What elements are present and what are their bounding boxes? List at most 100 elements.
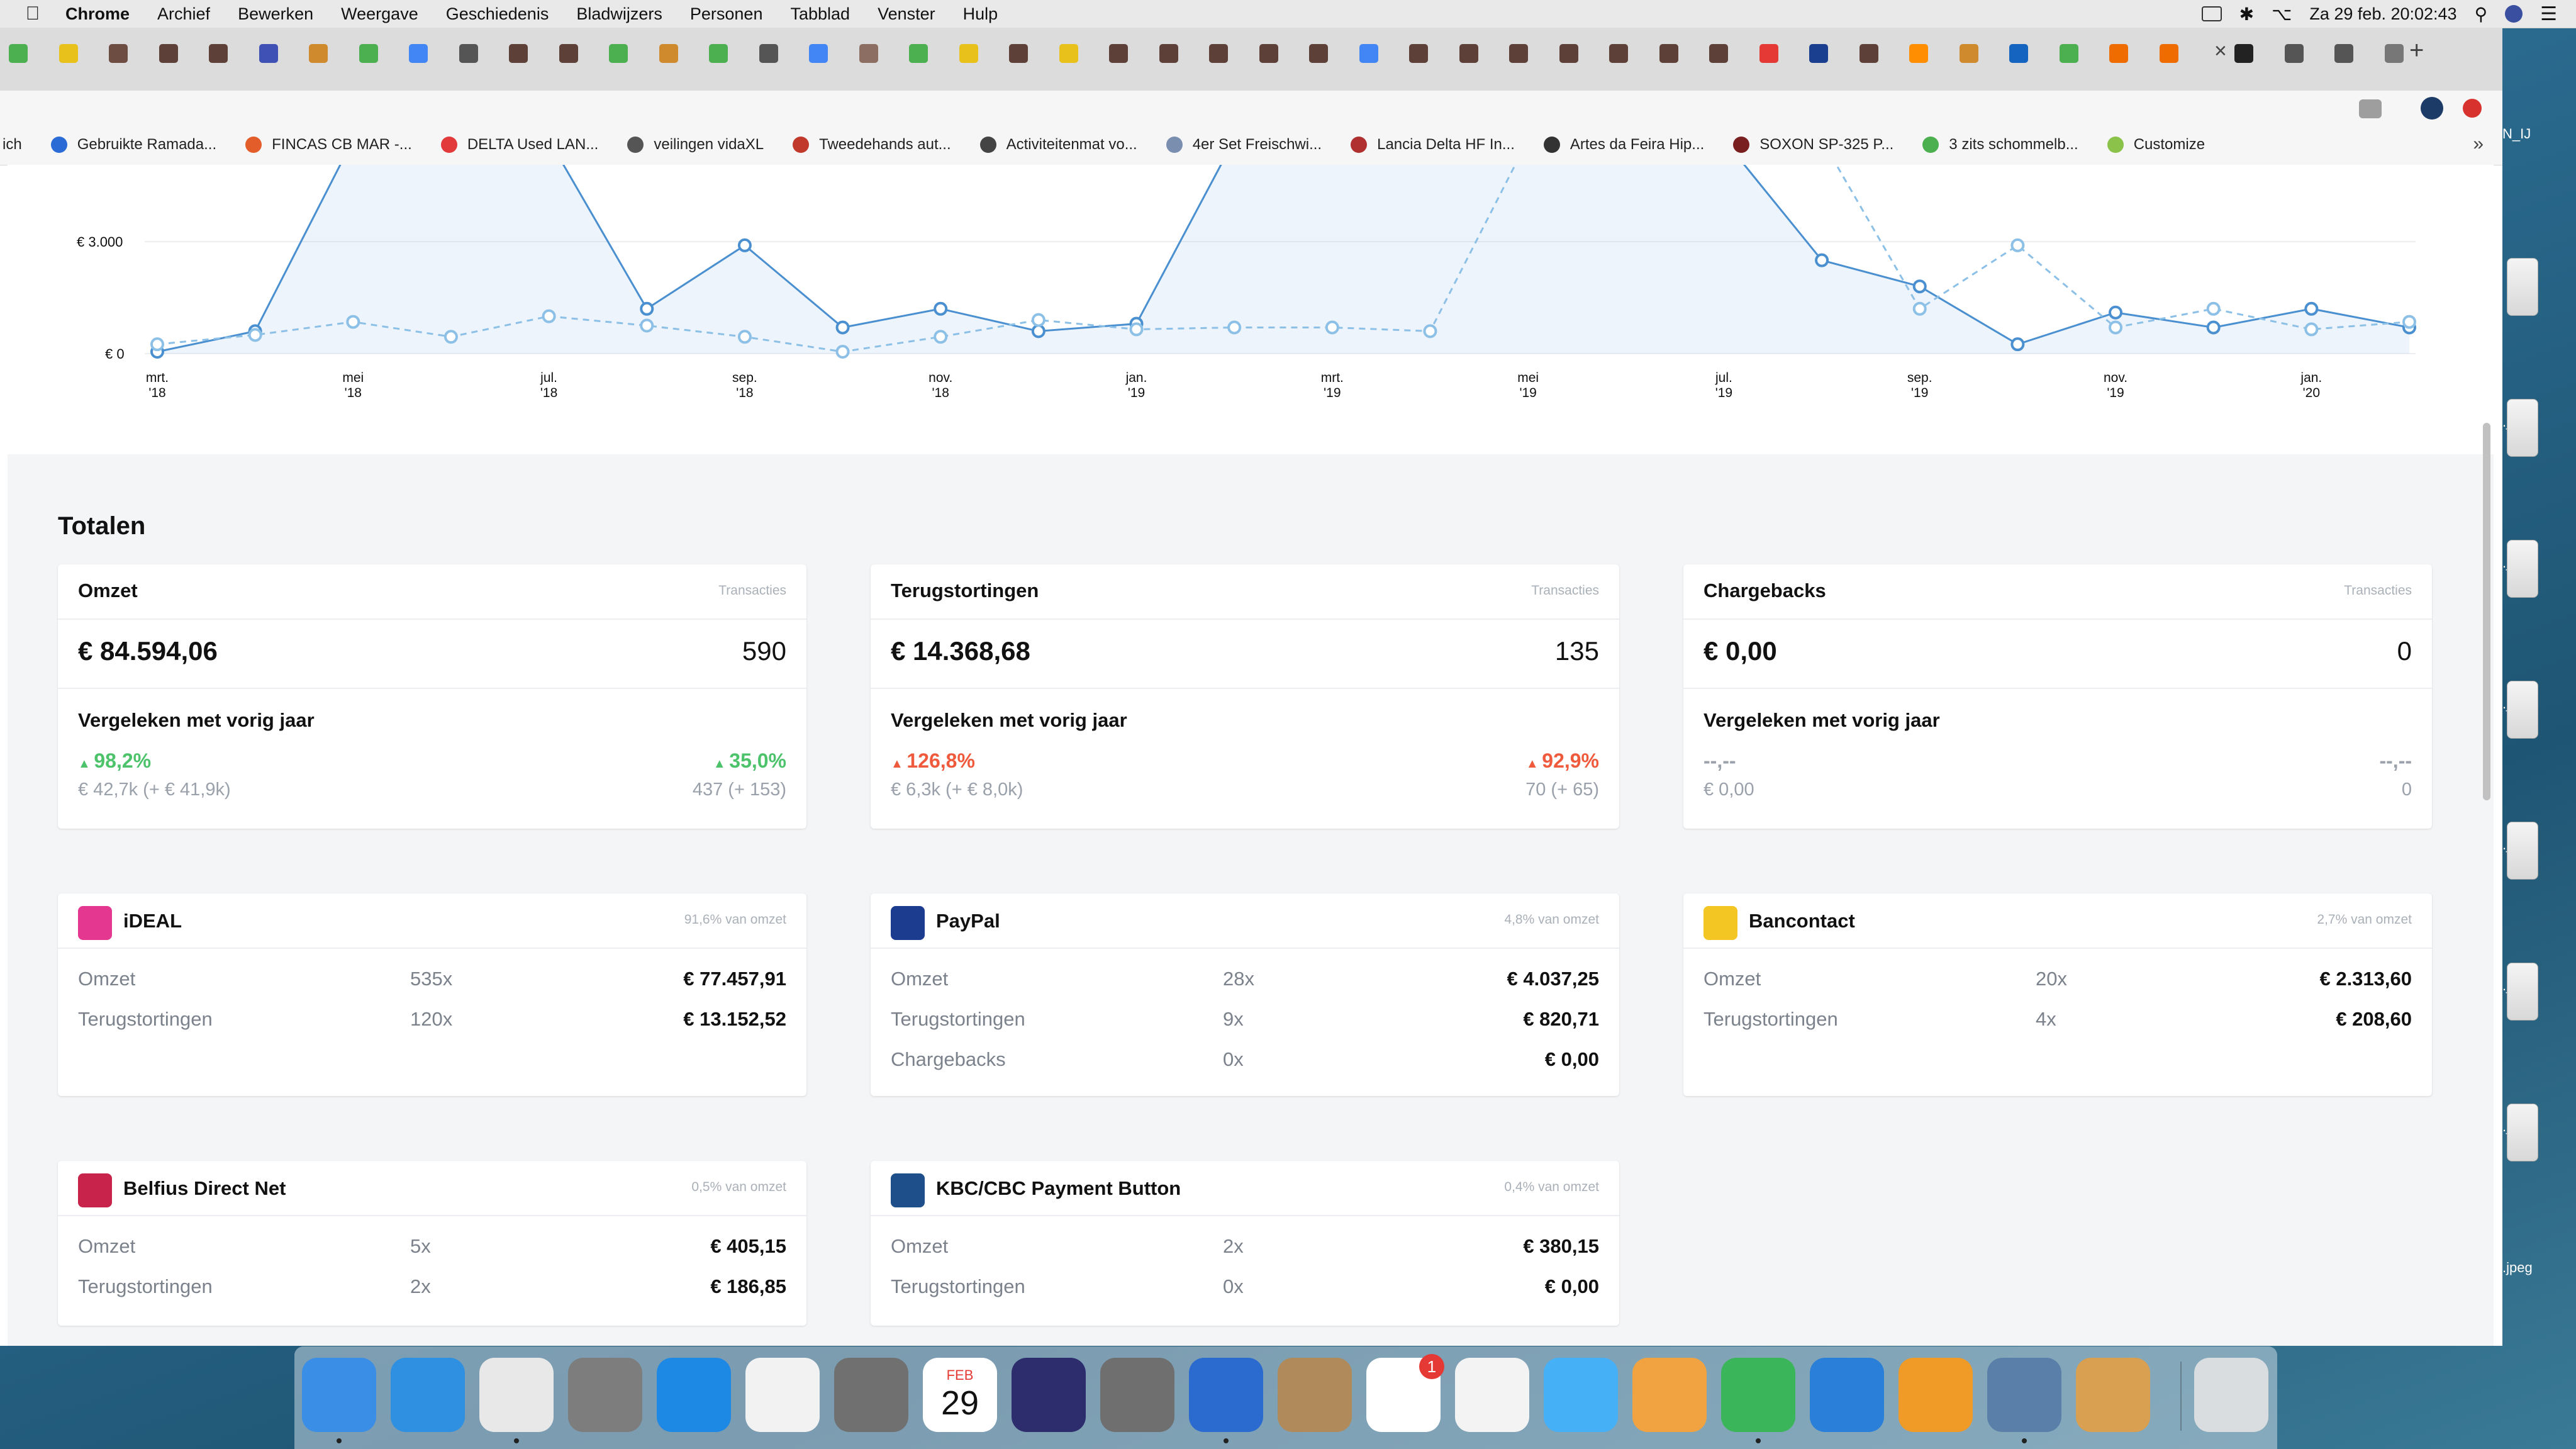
safari-icon[interactable]	[391, 1358, 465, 1432]
chart-point[interactable]	[2206, 320, 2221, 335]
calendar-icon[interactable]: FEB 29	[923, 1358, 997, 1432]
chart-point[interactable]	[1227, 320, 1242, 335]
reminders-icon[interactable]: 1	[1366, 1354, 1444, 1432]
contacts-icon[interactable]	[1278, 1358, 1352, 1432]
chart-point[interactable]	[640, 301, 654, 316]
menu-venster[interactable]: Venster	[878, 4, 935, 24]
apple-icon[interactable]: 	[14, 3, 52, 25]
browser-tab[interactable]	[1853, 38, 1885, 69]
bookmark-item[interactable]: 4er Set Freischwi...	[1166, 136, 1322, 154]
vertical-scrollbar[interactable]	[2480, 423, 2494, 832]
desktop-file-icon[interactable]	[2507, 822, 2538, 880]
menu-bladwijzers[interactable]: Bladwijzers	[576, 4, 662, 24]
chart-point[interactable]	[737, 330, 752, 344]
chart-point[interactable]	[2304, 301, 2319, 316]
payment-method-card[interactable]: Belfius Direct Net 0,5% van omzet Omzet …	[58, 1161, 806, 1326]
browser-tab[interactable]	[1303, 38, 1334, 69]
browser-tab[interactable]	[53, 38, 84, 69]
chart-point[interactable]	[1031, 324, 1045, 338]
chart-point[interactable]	[346, 315, 360, 329]
menu-personen[interactable]: Personen	[690, 4, 763, 24]
brush-app-icon[interactable]	[2076, 1358, 2150, 1432]
chart-point[interactable]	[2109, 305, 2123, 320]
close-tab-icon[interactable]: ×	[2214, 39, 2227, 64]
extension-icon[interactable]	[2359, 99, 2382, 118]
payment-method-card[interactable]: Bancontact 2,7% van omzet Omzet 20x € 2.…	[1683, 893, 2432, 1096]
browser-tab[interactable]	[1703, 38, 1734, 69]
browser-tab[interactable]	[703, 38, 734, 69]
browser-tab[interactable]	[603, 38, 634, 69]
launchpad-icon[interactable]	[1100, 1358, 1174, 1432]
browser-tab[interactable]	[1903, 38, 1934, 69]
profile-avatar[interactable]	[2421, 97, 2443, 120]
browser-tab[interactable]	[2378, 38, 2410, 69]
bookmark-item[interactable]: veilingen vidaXL	[627, 136, 764, 154]
bookmark-item[interactable]: Tweedehands aut...	[793, 136, 951, 154]
chart-point[interactable]	[737, 238, 752, 252]
desktop-file-icon[interactable]	[2507, 399, 2538, 457]
menu-archief[interactable]: Archief	[157, 4, 210, 24]
payment-method-card[interactable]: PayPal 4,8% van omzet Omzet 28x € 4.037,…	[871, 893, 1619, 1096]
menubar-clock[interactable]: Za 29 feb. 20:02:43	[2309, 4, 2456, 24]
browser-tab[interactable]	[803, 38, 834, 69]
browser-tab[interactable]	[1153, 38, 1185, 69]
finder-icon[interactable]	[302, 1358, 376, 1432]
siri-icon[interactable]	[1012, 1358, 1086, 1432]
airplay-icon[interactable]	[2201, 6, 2222, 21]
menu-bewerken[interactable]: Bewerken	[238, 4, 313, 24]
menu-app-name[interactable]: Chrome	[65, 4, 130, 24]
browser-tab[interactable]	[1053, 38, 1084, 69]
bookmark-item[interactable]: DELTA Used LAN...	[440, 136, 598, 154]
bookmark-item[interactable]: FINCAS CB MAR -...	[245, 136, 412, 154]
preview-icon[interactable]	[1189, 1358, 1263, 1432]
desktop-file-icon[interactable]	[2507, 540, 2538, 598]
browser-tab[interactable]	[303, 38, 334, 69]
pages-icon[interactable]	[1632, 1358, 1707, 1432]
chart-point[interactable]	[2010, 238, 2025, 252]
desktop-file-icon[interactable]	[2507, 258, 2538, 316]
chart-point[interactable]	[1423, 324, 1437, 338]
browser-tab[interactable]	[2278, 38, 2310, 69]
browser-tab[interactable]	[253, 38, 284, 69]
browser-tab[interactable]	[3, 38, 34, 69]
desktop-file-icon[interactable]	[2507, 1104, 2538, 1161]
bookmark-item[interactable]: Gebruikte Ramada...	[50, 136, 216, 154]
siri-icon[interactable]	[2505, 5, 2523, 23]
bookmarks-overflow-button[interactable]: »	[2473, 133, 2484, 155]
chrome-icon[interactable]	[479, 1358, 554, 1432]
chart-point[interactable]	[1912, 301, 1927, 316]
browser-tab[interactable]	[2328, 38, 2360, 69]
numbers-icon[interactable]	[1721, 1358, 1795, 1432]
chart-point[interactable]	[835, 320, 850, 335]
browser-tab[interactable]	[503, 38, 534, 69]
chart-point[interactable]	[443, 330, 458, 344]
keynote-icon[interactable]	[1810, 1358, 1884, 1432]
bookmark-item[interactable]: Customize	[2107, 136, 2205, 154]
photos-icon[interactable]	[1455, 1358, 1529, 1432]
browser-tab[interactable]	[2228, 38, 2260, 69]
browser-tab[interactable]	[1603, 38, 1634, 69]
chart-point[interactable]	[640, 318, 654, 333]
notification-center-icon[interactable]: ☰	[2540, 3, 2557, 25]
image-capture-icon[interactable]	[1987, 1358, 2061, 1432]
wifi-icon[interactable]: ⌥	[2272, 4, 2292, 25]
browser-tab[interactable]	[1203, 38, 1234, 69]
chart-point[interactable]	[934, 301, 948, 316]
menu-geschiedenis[interactable]: Geschiedenis	[446, 4, 549, 24]
browser-tab[interactable]	[553, 38, 584, 69]
bookmark-item[interactable]: SOXON SP-325 P...	[1733, 136, 1893, 154]
browser-tab[interactable]	[403, 38, 434, 69]
bookmark-item[interactable]: Lancia Delta HF In...	[1351, 136, 1515, 154]
browser-tab[interactable]	[1253, 38, 1285, 69]
trash-icon[interactable]	[2194, 1358, 2268, 1432]
messages-icon[interactable]	[1544, 1358, 1618, 1432]
browser-tab[interactable]	[1103, 38, 1134, 69]
calculator-icon[interactable]	[568, 1358, 642, 1432]
browser-tab[interactable]	[1403, 38, 1434, 69]
menu-hulp[interactable]: Hulp	[963, 4, 998, 24]
menu-weergave[interactable]: Weergave	[341, 4, 418, 24]
browser-tab[interactable]	[1003, 38, 1034, 69]
browser-tab[interactable]	[2003, 38, 2034, 69]
chart-point[interactable]	[1325, 320, 1339, 335]
browser-tab[interactable]	[203, 38, 234, 69]
